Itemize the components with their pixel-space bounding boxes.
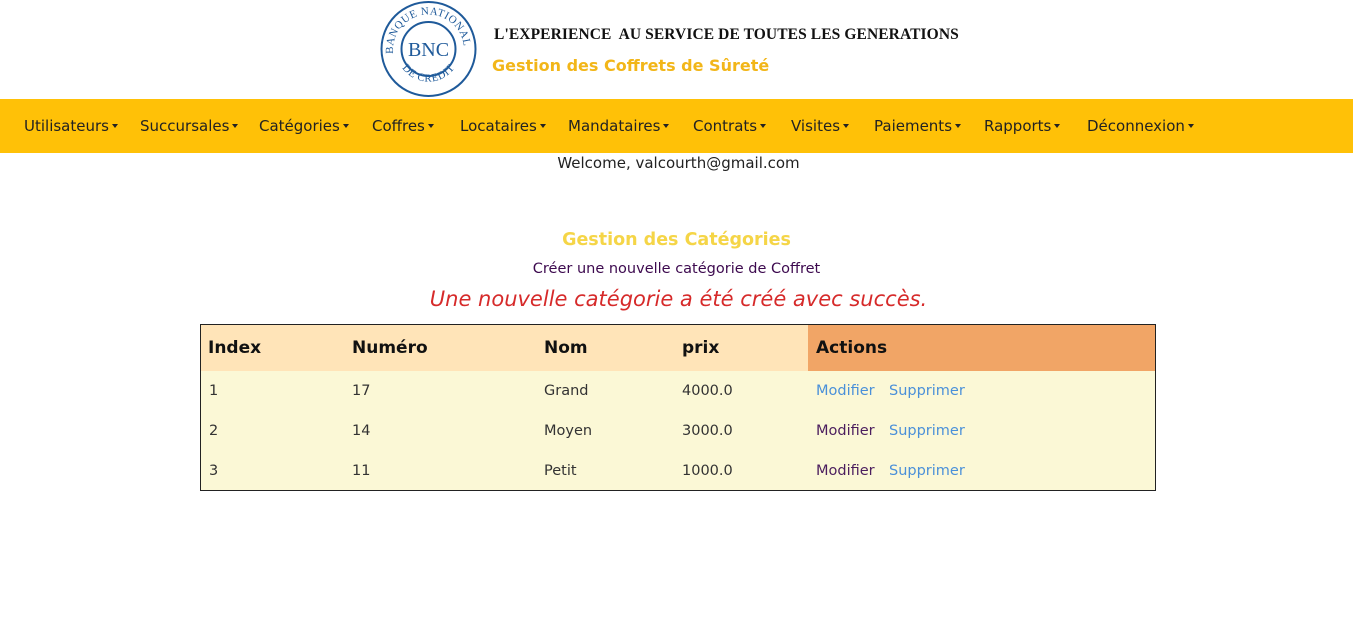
logo-center-text: BNC [408,39,449,61]
nav-label: Coffres [372,117,425,135]
table-header: Index Numéro Nom prix Actions [201,325,1155,371]
caret-down-icon [1187,124,1194,128]
nav-utilisateurs[interactable]: Utilisateurs [24,99,118,153]
nav-contrats[interactable]: Contrats [693,99,767,153]
success-message: Une nouvelle catégorie a été créé avec s… [429,287,928,311]
nav-label: Utilisateurs [24,117,109,135]
caret-down-icon [111,124,118,128]
supprimer-link[interactable]: Supprimer [889,451,965,490]
cell-numero: 14 [352,423,371,439]
header-slogan: L'EXPERIENCE AU SERVICE DE TOUTES LES GE… [494,26,959,43]
column-header-prix: prix [682,338,720,358]
header-subtitle: Gestion des Coffrets de Sûreté [492,56,770,75]
column-header-actions: Actions [816,338,888,358]
modifier-link[interactable]: Modifier [816,411,875,451]
caret-down-icon [427,124,434,128]
cell-prix: 4000.0 [682,383,733,399]
cell-index: 2 [209,423,219,439]
nav-succursales[interactable]: Succursales [140,99,239,153]
caret-down-icon [760,124,767,128]
nav-label: Visites [791,117,841,135]
column-header-numero: Numéro [352,338,428,358]
nav-visites[interactable]: Visites [791,99,850,153]
cell-numero: 17 [352,383,371,399]
table-row: 3 11 Petit 1000.0 Modifier Supprimer [201,451,1155,490]
cell-index: 1 [209,383,219,399]
modifier-link[interactable]: Modifier [816,451,875,490]
nav-label: Catégories [259,117,340,135]
nav-label: Contrats [693,117,758,135]
table-row: 1 17 Grand 4000.0 Modifier Supprimer [201,371,1155,411]
nav-label: Déconnexion [1087,117,1185,135]
supprimer-link[interactable]: Supprimer [889,371,965,411]
cell-index: 3 [209,463,219,479]
caret-down-icon [663,124,670,128]
nav-locataires[interactable]: Locataires [460,99,546,153]
nav-rapports[interactable]: Rapports [984,99,1061,153]
nav-deconnexion[interactable]: Déconnexion [1087,99,1194,153]
cell-prix: 3000.0 [682,423,733,439]
nav-label: Paiements [874,117,953,135]
caret-down-icon [955,124,962,128]
main-navbar: Utilisateurs Succursales Catégories Coff… [0,99,1353,153]
nav-categories[interactable]: Catégories [259,99,349,153]
column-header-nom: Nom [544,338,588,358]
nav-coffres[interactable]: Coffres [372,99,434,153]
caret-down-icon [1054,124,1061,128]
categories-table: Index Numéro Nom prix Actions 1 17 Grand… [200,324,1156,491]
cell-prix: 1000.0 [682,463,733,479]
create-category-link[interactable]: Créer une nouvelle catégorie de Coffret [0,261,1353,277]
nav-label: Locataires [460,117,537,135]
nav-label: Rapports [984,117,1052,135]
nav-paiements[interactable]: Paiements [874,99,962,153]
cell-nom: Grand [544,383,589,399]
caret-down-icon [843,124,850,128]
table-row: 2 14 Moyen 3000.0 Modifier Supprimer [201,411,1155,451]
page-title: Gestion des Catégories [562,230,791,250]
nav-label: Mandataires [568,117,661,135]
supprimer-link[interactable]: Supprimer [889,411,965,451]
column-header-index: Index [208,338,262,358]
nav-label: Succursales [140,117,230,135]
caret-down-icon [232,124,239,128]
site-header: BANQUE NATIONALE BNC DE CREDIT L'EXPERIE… [0,0,1353,99]
modifier-link[interactable]: Modifier [816,371,875,411]
cell-nom: Petit [544,463,577,479]
caret-down-icon [342,124,349,128]
nav-mandataires[interactable]: Mandataires [568,99,670,153]
welcome-message: Welcome, valcourth@gmail.com [557,154,800,172]
caret-down-icon [539,124,546,128]
cell-numero: 11 [352,463,371,479]
bnc-logo: BANQUE NATIONALE BNC DE CREDIT [379,0,477,97]
cell-nom: Moyen [544,423,593,439]
